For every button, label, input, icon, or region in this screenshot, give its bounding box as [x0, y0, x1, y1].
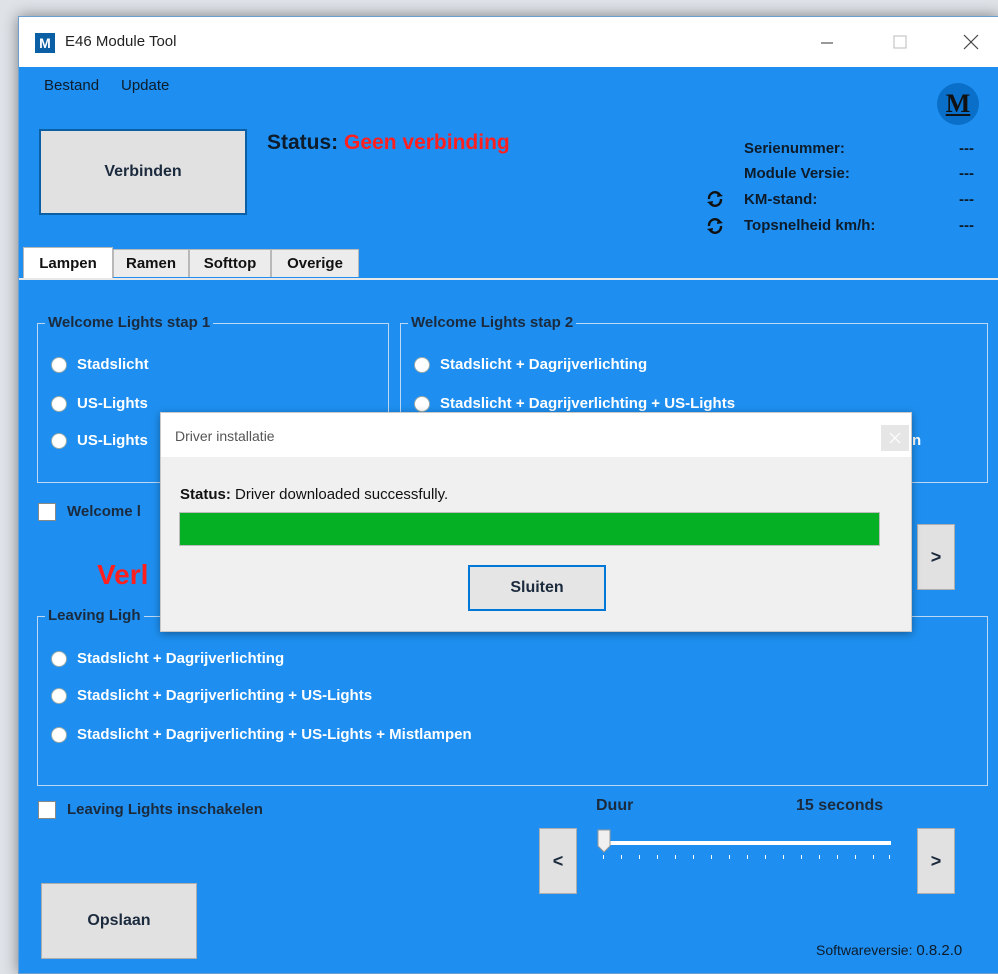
- status-label: Status:: [267, 131, 339, 154]
- welcome1-option-us-lights: US-Lights: [77, 395, 148, 412]
- serial-label: Serienummer:: [744, 140, 845, 157]
- topspeed-label: Topsnelheid km/h:: [744, 217, 876, 234]
- welcome-step2-legend: Welcome Lights stap 2: [408, 314, 577, 331]
- menu-item-update[interactable]: Update: [121, 77, 169, 94]
- leaving-enable-checkbox[interactable]: [38, 801, 56, 819]
- dialog-title: Driver installatie: [175, 428, 275, 444]
- duration-prev-button[interactable]: <: [539, 828, 577, 894]
- welcome1-option-stadslicht: Stadslicht: [77, 356, 149, 373]
- leaving-radio-2[interactable]: [51, 688, 67, 704]
- app-window: M E46 Module Tool Bestand Update M Verbi…: [18, 16, 998, 974]
- welcome2-option-3-partial: n: [912, 432, 922, 449]
- title-bar: M E46 Module Tool: [19, 17, 998, 67]
- welcome-enable-checkbox[interactable]: [38, 503, 56, 521]
- tab-ramen[interactable]: Ramen: [113, 249, 189, 277]
- topspeed-refresh-icon[interactable]: [706, 217, 724, 235]
- welcome1-option-us-lights-2: US-Lights: [77, 432, 148, 449]
- serial-value: ---: [959, 140, 974, 157]
- dialog-status-text: Driver downloaded successfully.: [235, 486, 449, 503]
- window-title: E46 Module Tool: [65, 33, 177, 50]
- dialog-close-button[interactable]: [881, 425, 909, 451]
- welcome2-radio-2[interactable]: [414, 396, 430, 412]
- welcome2-radio-1[interactable]: [414, 357, 430, 373]
- close-window-button[interactable]: [956, 29, 986, 55]
- duration-next-button[interactable]: >: [917, 828, 955, 894]
- leaving-enable-label: Leaving Lights inschakelen: [67, 801, 263, 818]
- leaving-option-1: Stadslicht + Dagrijverlichting: [77, 650, 285, 667]
- m-logo: M: [937, 83, 979, 125]
- app-icon: M: [35, 33, 55, 53]
- welcome1-radio-stadslicht[interactable]: [51, 357, 67, 373]
- progress-fill: [180, 513, 879, 545]
- software-version-label: Softwareversie:: [816, 942, 913, 958]
- welcome-step1-legend: Welcome Lights stap 1: [45, 314, 214, 331]
- welcome2-option-2: Stadslicht + Dagrijverlichting + US-Ligh…: [440, 395, 736, 412]
- slider-ticks: [603, 855, 890, 859]
- software-version: Softwareversie: 0.8.2.0: [816, 942, 962, 959]
- maximize-button[interactable]: [885, 29, 915, 55]
- status-line: Status: Geen verbinding: [267, 131, 510, 155]
- dialog-status: Status: Driver downloaded successfully.: [180, 486, 448, 503]
- close-icon: [963, 34, 979, 50]
- dialog-close-icon: [889, 432, 901, 444]
- topspeed-value: ---: [959, 217, 974, 234]
- module-version-label: Module Versie:: [744, 165, 850, 182]
- warning-text: Verl: [97, 559, 149, 590]
- menu-item-bestand[interactable]: Bestand: [44, 77, 99, 94]
- close-dialog-button[interactable]: Sluiten: [468, 565, 606, 611]
- slider-thumb[interactable]: [597, 829, 611, 853]
- leaving-option-2: Stadslicht + Dagrijverlichting + US-Ligh…: [77, 687, 373, 704]
- welcome-next-button[interactable]: >: [917, 524, 955, 590]
- progress-bar: [179, 512, 880, 546]
- tab-softtop[interactable]: Softtop: [189, 249, 271, 277]
- km-value: ---: [959, 191, 974, 208]
- module-version-value: ---: [959, 165, 974, 182]
- welcome2-option-1: Stadslicht + Dagrijverlichting: [440, 356, 648, 373]
- leaving-option-3: Stadslicht + Dagrijverlichting + US-Ligh…: [77, 726, 472, 743]
- welcome1-radio-us-lights[interactable]: [51, 396, 67, 412]
- dialog-status-label: Status:: [180, 486, 231, 503]
- minimize-icon: [821, 42, 833, 44]
- maximize-icon: [893, 35, 907, 49]
- km-label: KM-stand:: [744, 191, 818, 208]
- tab-lampen[interactable]: Lampen: [23, 247, 113, 279]
- tab-panel-border: [19, 278, 998, 280]
- leaving-legend: Leaving Ligh: [45, 607, 144, 624]
- duration-label: Duur: [596, 797, 634, 814]
- driver-dialog: Driver installatie Status: Driver downlo…: [160, 412, 912, 632]
- tab-overige[interactable]: Overige: [271, 249, 359, 277]
- minimize-button[interactable]: [812, 29, 842, 55]
- welcome-enable-label: Welcome l: [67, 503, 141, 520]
- save-button[interactable]: Opslaan: [41, 883, 197, 959]
- leaving-radio-3[interactable]: [51, 727, 67, 743]
- duration-slider[interactable]: [597, 829, 897, 869]
- welcome1-radio-us-lights-2[interactable]: [51, 433, 67, 449]
- connect-button[interactable]: Verbinden: [39, 129, 247, 215]
- slider-track: [603, 841, 891, 845]
- km-refresh-icon[interactable]: [706, 190, 724, 208]
- software-version-value: 0.8.2.0: [916, 942, 963, 959]
- duration-value: 15 seconds: [796, 797, 884, 814]
- status-value: Geen verbinding: [344, 131, 510, 154]
- leaving-radio-1[interactable]: [51, 651, 67, 667]
